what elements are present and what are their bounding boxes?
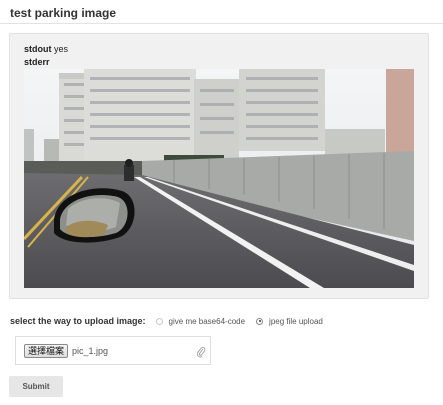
jpeg-upload-radio[interactable] [256, 317, 264, 325]
jpeg-option-label: jpeg file upload [269, 316, 323, 326]
file-input-field[interactable]: 選擇檔案 pic_1.jpg [15, 336, 211, 365]
option-base64[interactable]: give me base64-code [155, 316, 246, 326]
output-panel: stdout yes stderr [9, 33, 429, 299]
stdout-line: stdout yes [24, 44, 68, 54]
stderr-line: stderr [24, 57, 50, 67]
paperclip-icon[interactable] [196, 346, 206, 358]
title-divider [0, 23, 443, 24]
stdout-label: stdout [24, 44, 52, 54]
base64-option-label: give me base64-code [168, 316, 246, 326]
submit-button[interactable]: Submit [9, 376, 63, 397]
option-jpeg-upload[interactable]: jpeg file upload [256, 317, 323, 326]
page-title: test parking image [10, 6, 117, 20]
stdout-value: yes [54, 44, 69, 54]
stderr-label: stderr [24, 57, 50, 67]
base64-radio[interactable] [155, 317, 163, 325]
upload-method-label: select the way to upload image: [10, 316, 146, 326]
uploaded-street-photo [24, 69, 414, 288]
selected-file-name: pic_1.jpg [72, 345, 109, 356]
upload-method-row: select the way to upload image: give me … [10, 314, 334, 328]
choose-file-button[interactable]: 選擇檔案 [24, 343, 69, 358]
